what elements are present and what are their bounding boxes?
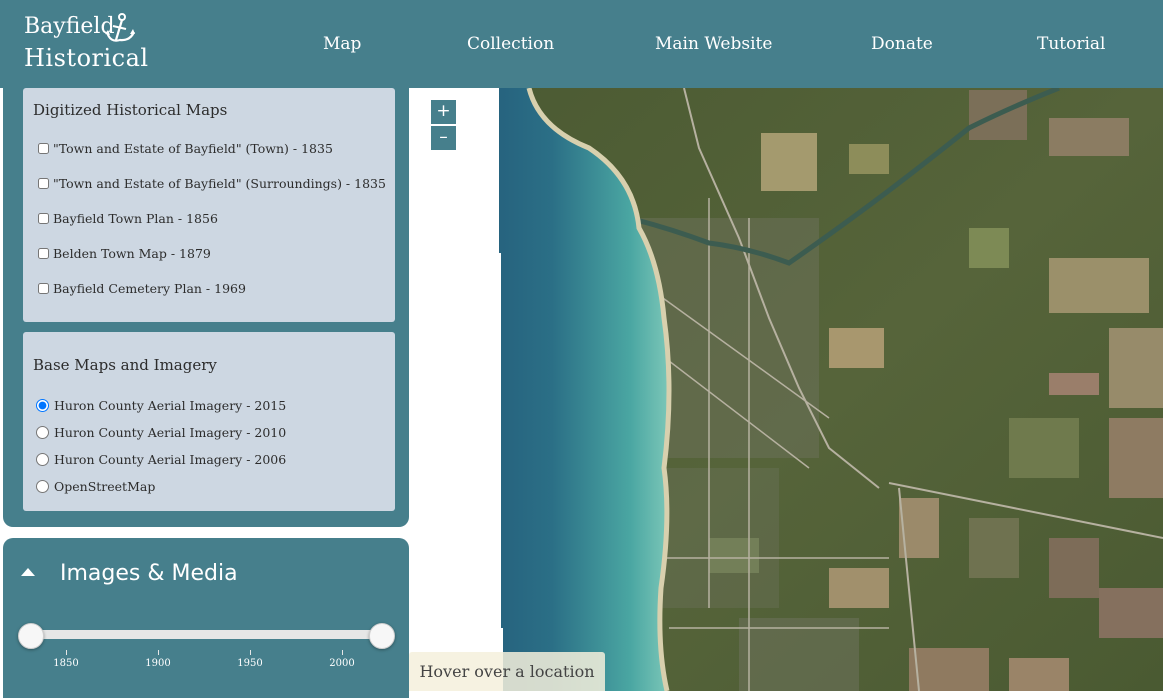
slider-tick-label: 1850 bbox=[53, 658, 79, 669]
year-range-min-handle[interactable] bbox=[18, 623, 44, 649]
layers-panel: Digitized Historical Maps "Town and Esta… bbox=[3, 60, 409, 527]
slider-tick-label: 2000 bbox=[329, 658, 355, 669]
aerial-imagery bbox=[409, 88, 1163, 691]
base-map-radio[interactable] bbox=[36, 426, 49, 439]
base-map-radio[interactable] bbox=[36, 453, 49, 466]
base-map-option[interactable]: OpenStreetMap bbox=[36, 479, 155, 494]
historical-map-checkbox[interactable] bbox=[38, 248, 49, 259]
nav-map[interactable]: Map bbox=[323, 32, 361, 56]
nav-donate[interactable]: Donate bbox=[871, 32, 933, 56]
slider-tick-label: 1900 bbox=[145, 658, 171, 669]
base-map-option[interactable]: Huron County Aerial Imagery - 2010 bbox=[36, 425, 286, 440]
historical-maps-title: Digitized Historical Maps bbox=[33, 101, 228, 119]
map-view[interactable]: + – bbox=[409, 88, 1163, 691]
historical-map-option[interactable]: "Town and Estate of Bayfield" (Surroundi… bbox=[38, 176, 386, 191]
nav-tutorial[interactable]: Tutorial bbox=[1037, 32, 1106, 56]
historical-map-checkbox[interactable] bbox=[38, 178, 49, 189]
slider-tick bbox=[250, 650, 251, 655]
slider-tick-label: 1950 bbox=[237, 658, 263, 669]
year-range-max-handle[interactable] bbox=[369, 623, 395, 649]
collapse-arrow-icon[interactable] bbox=[21, 568, 35, 576]
year-range-slider-track[interactable] bbox=[30, 630, 382, 639]
base-map-radio[interactable] bbox=[36, 399, 49, 412]
base-map-option[interactable]: Huron County Aerial Imagery - 2006 bbox=[36, 452, 286, 467]
base-map-option[interactable]: Huron County Aerial Imagery - 2015 bbox=[36, 398, 286, 413]
base-maps-title: Base Maps and Imagery bbox=[33, 356, 217, 374]
base-map-radio[interactable] bbox=[36, 480, 49, 493]
zoom-out-button[interactable]: – bbox=[430, 125, 457, 151]
images-media-title: Images & Media bbox=[60, 561, 238, 586]
zoom-in-button[interactable]: + bbox=[430, 99, 457, 125]
historical-map-option[interactable]: Belden Town Map - 1879 bbox=[38, 246, 211, 261]
historical-map-option[interactable]: Bayfield Town Plan - 1856 bbox=[38, 211, 218, 226]
historical-map-option[interactable]: Bayfield Cemetery Plan - 1969 bbox=[38, 281, 246, 296]
nav-main-website[interactable]: Main Website bbox=[655, 32, 772, 56]
historical-maps-card: Digitized Historical Maps "Town and Esta… bbox=[23, 88, 395, 322]
slider-tick bbox=[66, 650, 67, 655]
nav-collection[interactable]: Collection bbox=[467, 32, 554, 56]
historical-map-checkbox[interactable] bbox=[38, 213, 49, 224]
slider-tick bbox=[158, 650, 159, 655]
anchor-icon bbox=[105, 13, 136, 42]
bayfield-historical-logo[interactable]: Bayfield Historical bbox=[24, 12, 148, 74]
historical-map-checkbox[interactable] bbox=[38, 283, 49, 294]
hover-info-box: Hover over a location bbox=[409, 652, 605, 691]
images-media-panel: Images & Media 1850 1900 1950 2000 bbox=[3, 538, 409, 698]
historical-map-option[interactable]: "Town and Estate of Bayfield" (Town) - 1… bbox=[38, 141, 333, 156]
historical-map-checkbox[interactable] bbox=[38, 143, 49, 154]
logo-line-1: Bayfield bbox=[24, 14, 115, 39]
logo-line-2: Historical bbox=[24, 44, 149, 72]
slider-tick bbox=[342, 650, 343, 655]
top-navbar: Bayfield Historical Map Collection Main … bbox=[0, 0, 1163, 88]
base-maps-card: Base Maps and Imagery Huron County Aeria… bbox=[23, 332, 395, 511]
